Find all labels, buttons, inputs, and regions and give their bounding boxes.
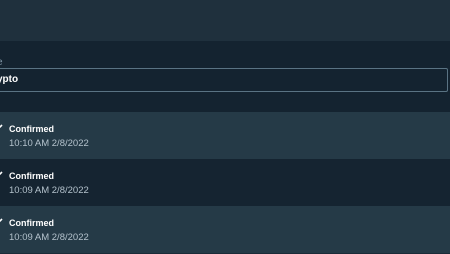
transaction-list: Confirmed 10:10 AM 2/8/2022 Confirmed 10… (0, 112, 450, 253)
transaction-row[interactable]: Confirmed 10:09 AM 2/8/2022 (0, 206, 450, 253)
transaction-status: Confirmed (9, 124, 54, 134)
transaction-status: Confirmed (9, 171, 54, 181)
transaction-timestamp: 10:09 AM 2/8/2022 (9, 185, 89, 196)
transaction-row[interactable]: Confirmed 10:10 AM 2/8/2022 (0, 112, 450, 159)
transaction-timestamp: 10:10 AM 2/8/2022 (9, 138, 89, 149)
filter-section: e ypto (0, 41, 450, 112)
transaction-row[interactable]: Confirmed 10:09 AM 2/8/2022 (0, 159, 450, 206)
filter-input[interactable]: ypto (0, 68, 448, 92)
filter-value[interactable]: ypto (0, 73, 18, 87)
transaction-timestamp: 10:09 AM 2/8/2022 (9, 232, 89, 243)
transaction-status: Confirmed (9, 218, 54, 228)
chevron-icon (0, 124, 3, 129)
top-bar (0, 0, 450, 41)
chevron-icon (0, 218, 3, 223)
chevron-icon (0, 171, 3, 176)
